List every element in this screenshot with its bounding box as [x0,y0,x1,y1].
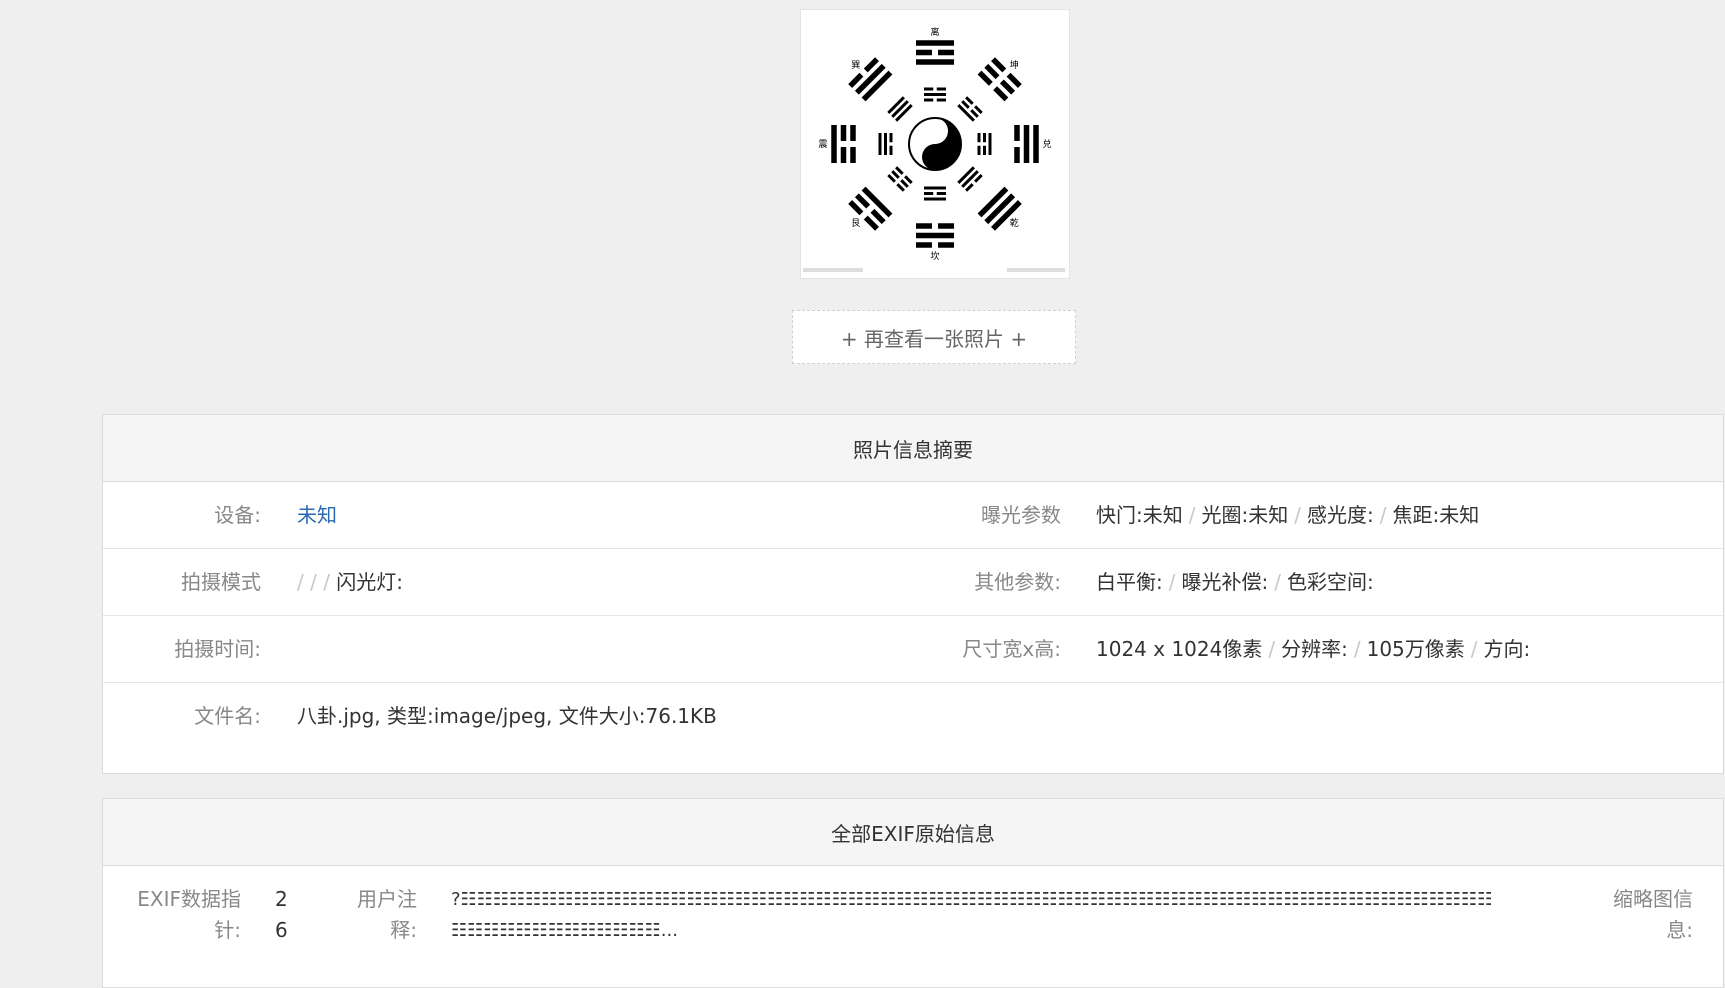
inner-trigram [924,186,946,201]
thumbnail-info-label-line2: 息: [1666,918,1693,942]
bagua-image: 离坤兑乾坎 艮 震 巽 [803,26,1065,272]
mode-values: / / / 闪光灯: [297,549,403,615]
user-comment-label-line1: 用户注 [357,887,417,911]
summary-row-time: 拍摄时间: 尺寸宽x高: 1024 x 1024像素 / 分辨率:/105万像素 / 方… [103,616,1723,683]
summary-row-mode: 拍摄模式 / / / 闪光灯: 其他参数: 白平衡: / 曝光补偿: / 色彩空间: [103,549,1723,616]
exif-body: EXIF数据指 针: 2 6 用户注 释: ?☷☷☷☷☷☷☷☷☷☷☷☷☷☷☷☷☷… [103,866,1723,986]
separator: / [1274,570,1281,594]
inner-trigram [887,96,913,122]
exif-pointer-label-line1: EXIF数据指 [137,887,241,911]
flash-value: 闪光灯: [336,570,404,594]
thumbnail-info-label-line1: 缩略图信 [1613,887,1693,911]
inner-trigram [977,133,992,155]
separator: / [1188,503,1196,527]
device-label: 设备: [214,503,261,527]
time-label: 拍摄时间: [174,637,261,661]
exif-pointer-label: EXIF数据指 针: [113,884,241,946]
exposure-label: 曝光参数 [981,503,1061,527]
size-values: 1024 x 1024像素 / 分辨率:/105万像素 / 方向: [1096,616,1530,682]
user-comment-value: ?☷☷☷☷☷☷☷☷☷☷☷☷☷☷☷☷☷☷☷☷☷☷☷☷☷☷☷☷☷☷☷☷☷☷☷☷☷☷☷… [451,884,1491,946]
trigram-label: 艮 [851,218,860,229]
photo-preview: 离坤兑乾坎 艮 震 巽 [800,9,1070,279]
exif-pointer-label-line2: 针: [214,918,241,942]
mode-label: 拍摄模式 [181,570,261,594]
outer-trigram [831,125,856,163]
watermark-right [1007,268,1065,272]
inner-trigram [957,96,983,122]
dimensions-value: 1024 x 1024像素 [1096,637,1263,661]
trigram-label: 离 [930,26,939,38]
other-values: 白平衡: / 曝光补偿: / 色彩空间: [1096,549,1374,615]
exif-heading-text: 全部EXIF原始信息 [831,821,995,846]
white-balance-value: 白平衡: [1096,570,1163,594]
user-comment-label: 用户注 释: [313,884,417,946]
exif-panel: 全部EXIF原始信息 EXIF数据指 针: 2 6 用户注 释: ?☷☷☷☷☷☷… [102,798,1724,988]
exif-pointer-value: 2 6 [275,884,288,946]
summary-heading-text: 照片信息摘要 [853,437,973,462]
exif-pointer-value-line1: 2 [275,887,288,911]
file-label: 文件名: [194,704,261,728]
resolution-value: 分辨率: [1281,637,1348,661]
outer-trigram [916,40,954,65]
separator: / [1294,503,1301,527]
separator: / [1268,637,1276,661]
other-label: 其他参数: [974,570,1061,594]
separator: / [1470,637,1478,661]
trigram-label: 乾 [1010,217,1019,229]
megapixels-value: 105万像素 [1366,637,1465,661]
inner-trigram [924,87,946,102]
summary-heading: 照片信息摘要 [103,415,1723,482]
thumbnail-info-label: 缩略图信 息: [1493,884,1693,946]
outer-trigram [1014,125,1039,163]
separator: / [1379,503,1387,527]
color-space-value: 色彩空间: [1287,570,1374,594]
exposure-comp-value: 曝光补偿: [1181,570,1269,594]
file-value: 八卦.jpg, 类型:image/jpeg, 文件大小:76.1KB [297,704,717,728]
trigram-label: 兑 [1042,138,1051,150]
user-comment-value-line1: ?☷☷☷☷☷☷☷☷☷☷☷☷☷☷☷☷☷☷☷☷☷☷☷☷☷☷☷☷☷☷☷☷☷☷☷☷☷☷☷… [451,889,1491,910]
user-comment-label-line2: 释: [390,918,417,942]
device-value: 未知 [297,482,337,548]
size-label: 尺寸宽x高: [962,637,1061,661]
trigram-label: 巽 [851,60,860,71]
aperture-value: 光圈:未知 [1201,503,1289,527]
photo-summary-panel: 照片信息摘要 设备: 未知 曝光参数 快门:未知 / 光圈:未知 / 感光度: / 焦距:未… [102,414,1724,774]
orientation-value: 方向: [1483,637,1531,661]
separator: / [1353,637,1361,661]
user-comment-value-line2: ☷☷☷☷☷☷☷☷☷☷☷☷☷... [451,920,678,941]
yin-yang-symbol [908,117,962,171]
focal-value: 焦距:未知 [1392,503,1480,527]
watermark-left [803,268,863,272]
trigram-label: 坎 [930,250,939,262]
exposure-values: 快门:未知 / 光圈:未知 / 感光度: / 焦距:未知 [1096,482,1479,548]
shutter-value: 快门:未知 [1096,503,1183,527]
inner-trigram [887,166,913,192]
iso-value: 感光度: [1307,503,1374,527]
inner-trigram [957,166,983,192]
summary-row-file: 文件名: 八卦.jpg, 类型:image/jpeg, 文件大小:76.1KB [103,683,1723,749]
mode-separators: / / / [297,570,330,594]
device-link[interactable]: 未知 [297,503,337,527]
exif-heading: 全部EXIF原始信息 [103,799,1723,866]
view-another-photo-button[interactable]: + 再查看一张照片 + [792,310,1076,364]
trigram-label: 震 [818,139,827,150]
trigram-label: 坤 [1010,59,1019,71]
outer-trigram [916,223,954,248]
summary-row-device: 设备: 未知 曝光参数 快门:未知 / 光圈:未知 / 感光度: / 焦距:未知 [103,482,1723,549]
exif-pointer-value-line2: 6 [275,918,288,942]
inner-trigram [878,133,893,155]
separator: / [1168,570,1176,594]
